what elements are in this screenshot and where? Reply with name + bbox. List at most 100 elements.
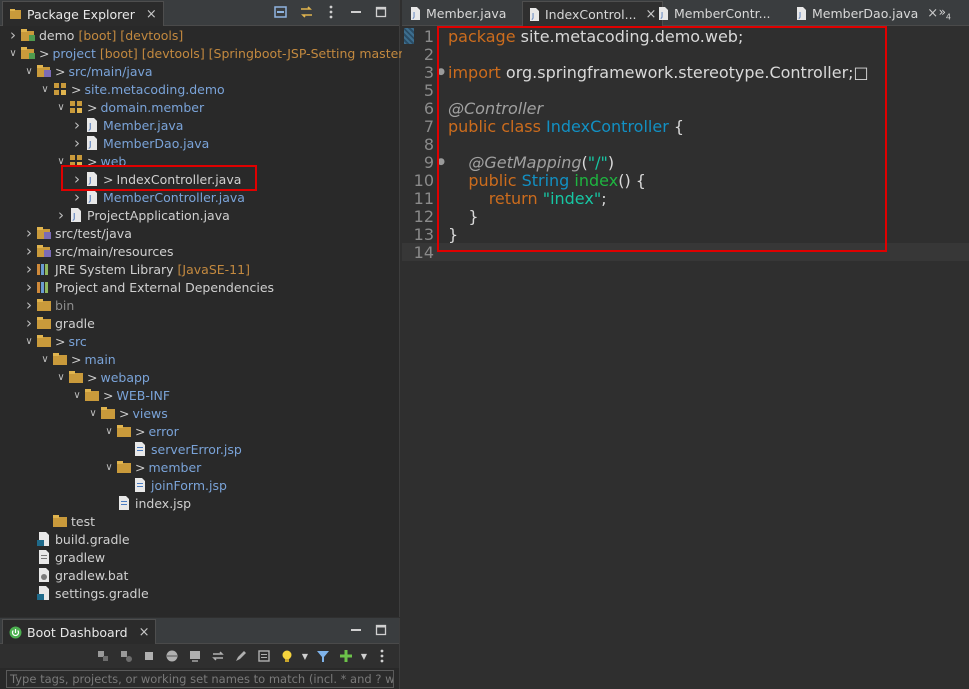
code-line[interactable]: 6 @Controller	[402, 99, 969, 118]
code-line[interactable]: 8	[402, 135, 969, 154]
chevron-right-icon[interactable]: ›	[70, 170, 84, 188]
chevron-down-icon[interactable]: ∨	[54, 372, 68, 383]
code-line[interactable]: 10 public String index() {	[402, 171, 969, 190]
close-icon[interactable]: ×	[146, 7, 157, 22]
tree-item[interactable]: ∨ > member	[102, 458, 201, 476]
chevron-right-icon[interactable]: ›	[6, 26, 20, 44]
tree-item[interactable]: ∨ > src	[22, 332, 86, 350]
stop-icon[interactable]	[140, 647, 158, 665]
chevron-down-icon[interactable]: ∨	[70, 390, 84, 401]
close-icon[interactable]: ×	[139, 625, 150, 640]
refresh-icon[interactable]	[209, 647, 227, 665]
tree-item[interactable]: › J > IndexController.java	[70, 170, 241, 188]
code-line[interactable]: 11 return "index";	[402, 189, 969, 208]
tree-item[interactable]: › J MemberDao.java	[70, 134, 209, 152]
collapse-all-icon[interactable]	[273, 4, 289, 20]
tree-item[interactable]: ∨ > WEB-INF	[70, 386, 170, 404]
minimize-icon[interactable]	[348, 4, 364, 20]
chevron-down-icon[interactable]: ∨	[102, 426, 116, 437]
chevron-down-icon[interactable]: ∨	[22, 66, 36, 77]
tree-item[interactable]: › bin	[22, 296, 74, 314]
edit-icon[interactable]	[232, 647, 250, 665]
tab-package-explorer[interactable]: Package Explorer ×	[2, 1, 164, 26]
chevron-down-icon[interactable]: ∨	[38, 84, 52, 95]
tree-item[interactable]: serverError.jsp	[118, 440, 242, 458]
filter-icon[interactable]	[314, 647, 332, 665]
maximize-icon[interactable]	[373, 622, 389, 638]
link-with-editor-icon[interactable]	[298, 4, 314, 20]
tree-item[interactable]: › src/test/java	[22, 224, 132, 242]
code-area[interactable]: 1 package site.metacoding.demo.web; 2 3 ● imp…	[402, 26, 969, 689]
tree-item[interactable]: test	[38, 512, 95, 530]
chevron-right-icon[interactable]: ›	[70, 116, 84, 134]
tree-item[interactable]: ∨ > src/main/java	[22, 62, 152, 80]
code-line[interactable]: 9 ● @GetMapping("/")	[402, 153, 969, 172]
tree-item[interactable]: › src/main/resources	[22, 242, 173, 260]
chevron-right-icon[interactable]: ›	[70, 188, 84, 206]
chevron-down-icon[interactable]: ∨	[38, 354, 52, 365]
close-icon[interactable]: ×	[927, 6, 938, 21]
chevron-down-icon[interactable]: ∨	[54, 102, 68, 113]
chevron-down-icon[interactable]: ∨	[54, 156, 68, 167]
tab-boot-dashboard[interactable]: Boot Dashboard ×	[2, 619, 157, 644]
chevron-right-icon[interactable]: ›	[22, 296, 36, 314]
debug-icon[interactable]	[117, 647, 135, 665]
minimize-icon[interactable]	[348, 622, 364, 638]
add-icon[interactable]	[337, 647, 355, 665]
tree-item[interactable]: › J MemberController.java	[70, 188, 245, 206]
tree-item[interactable]: ∨ > web	[54, 152, 126, 170]
chevron-right-icon[interactable]: ›	[22, 314, 36, 332]
view-menu-icon[interactable]	[323, 4, 339, 20]
tree-item[interactable]: ∨ > site.metacoding.demo	[38, 80, 224, 98]
properties-icon[interactable]	[255, 647, 273, 665]
boot-dashboard-filter-input[interactable]: Type tags, projects, or working set name…	[6, 670, 394, 688]
view-menu-icon[interactable]	[373, 647, 391, 665]
chevron-right-icon[interactable]: ›	[22, 224, 36, 242]
chevron-right-icon[interactable]: ›	[22, 260, 36, 278]
tree-item[interactable]: › J Member.java	[70, 116, 183, 134]
fold-toggle-icon[interactable]: ●	[436, 67, 446, 77]
tree-item[interactable]: › gradle	[22, 314, 95, 332]
chevron-right-icon[interactable]: ›	[22, 242, 36, 260]
chevron-right-icon[interactable]: ›	[70, 134, 84, 152]
chevron-down-icon[interactable]: ▼	[360, 647, 368, 665]
fold-toggle-icon[interactable]: ●	[436, 157, 446, 167]
chevron-down-icon[interactable]: ∨	[22, 336, 36, 347]
tree-item[interactable]: › J ProjectApplication.java	[54, 206, 230, 224]
code-line[interactable]: 13}	[402, 225, 969, 244]
chevron-right-icon[interactable]: ›	[54, 206, 68, 224]
tree-item[interactable]: ∨ > views	[86, 404, 167, 422]
code-line[interactable]: 14	[402, 243, 969, 262]
open-browser-icon[interactable]	[163, 647, 181, 665]
tree-item[interactable]: › demo [boot] [devtools]	[6, 26, 183, 44]
tree-item[interactable]: gradlew	[22, 548, 105, 566]
chevron-right-icon[interactable]: ›	[22, 278, 36, 296]
tree-item[interactable]: joinForm.jsp	[118, 476, 227, 494]
start-icon[interactable]	[94, 647, 112, 665]
code-line[interactable]: 1 package site.metacoding.demo.web;	[402, 27, 969, 46]
editor-tab[interactable]: J MemberDao.java ×	[790, 1, 944, 26]
tree-item[interactable]: build.gradle	[22, 530, 130, 548]
editor-tab[interactable]: J MemberContr...	[652, 1, 777, 26]
tree-item[interactable]: ∨ > project [boot] [devtools] [Springboot-J…	[6, 44, 408, 62]
editor-tab[interactable]: J Member.java	[404, 1, 512, 26]
chevron-down-icon[interactable]: ∨	[6, 48, 20, 59]
tree-item[interactable]: ∨ > error	[102, 422, 178, 440]
tree-item[interactable]: › JRE System Library [JavaSE-11]	[22, 260, 250, 278]
code-line[interactable]: 2	[402, 45, 969, 64]
tree-item[interactable]: ∨ > domain.member	[54, 98, 204, 116]
code-line[interactable]: 7 public class IndexController {	[402, 117, 969, 136]
maximize-icon[interactable]	[373, 4, 389, 20]
tree-item[interactable]: ∨ > main	[38, 350, 115, 368]
code-line[interactable]: 5	[402, 81, 969, 100]
chevron-down-icon[interactable]: ∨	[102, 462, 116, 473]
lightbulb-icon[interactable]	[278, 647, 296, 665]
code-line[interactable]: 3 ● import org.springframework.stereotype.…	[402, 63, 969, 82]
tree-item[interactable]: settings.gradle	[22, 584, 149, 602]
tree-item[interactable]: gradlew.bat	[22, 566, 128, 584]
chevron-down-icon[interactable]: ∨	[86, 408, 100, 419]
tree-item[interactable]: › Project and External Dependencies	[22, 278, 274, 296]
tree-item[interactable]: ∨ > webapp	[54, 368, 150, 386]
console-icon[interactable]	[186, 647, 204, 665]
chevron-down-icon[interactable]: ▼	[301, 647, 309, 665]
